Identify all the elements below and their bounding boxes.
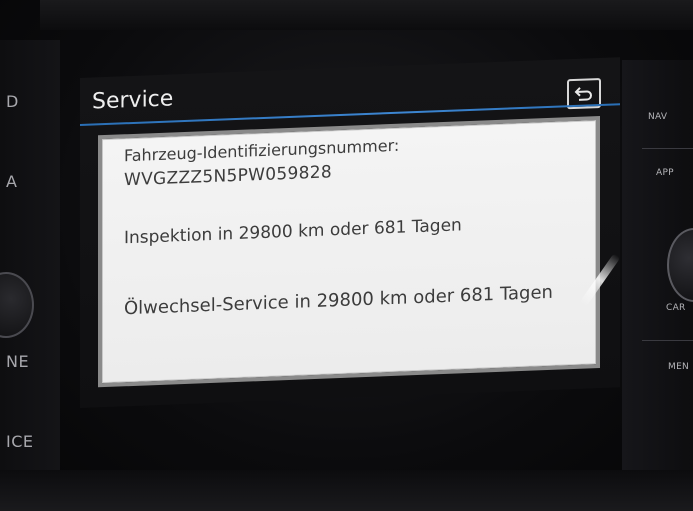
service-info-panel: Fahrzeug-Identifizierungsnummer: WVGZZZ5… xyxy=(98,116,600,388)
oil-service-info: Ölwechsel-Service in 29800 km oder 681 T… xyxy=(124,281,553,320)
infotainment-screen: Service Fahrzeug-Identifizierungsnummer:… xyxy=(80,57,620,409)
left-button-3[interactable]: NE xyxy=(6,352,29,371)
bottom-trim xyxy=(0,470,693,511)
left-button-panel: D A NE ICE xyxy=(0,40,60,500)
vin-value: WVGZZZ5N5PW059828 xyxy=(124,162,332,191)
nav-button[interactable]: NAV xyxy=(648,112,667,122)
right-divider xyxy=(642,148,693,149)
menu-button[interactable]: MEN xyxy=(668,362,689,372)
app-button[interactable]: APP xyxy=(656,168,674,178)
top-trim xyxy=(40,0,693,30)
tune-knob[interactable] xyxy=(667,228,693,302)
left-button-4[interactable]: ICE xyxy=(6,432,34,451)
right-button-panel: NAV APP CAR MEN xyxy=(622,60,693,480)
back-arrow-icon xyxy=(574,87,592,101)
vin-label: Fahrzeug-Identifizierungsnummer: xyxy=(124,135,400,166)
right-divider xyxy=(642,340,693,341)
page-title: Service xyxy=(92,86,174,115)
left-button-1[interactable]: D xyxy=(6,92,19,111)
car-button[interactable]: CAR xyxy=(666,303,686,313)
left-button-2[interactable]: A xyxy=(6,172,17,191)
volume-knob[interactable] xyxy=(0,272,34,338)
inspection-info: Inspektion in 29800 km oder 681 Tagen xyxy=(124,215,462,249)
